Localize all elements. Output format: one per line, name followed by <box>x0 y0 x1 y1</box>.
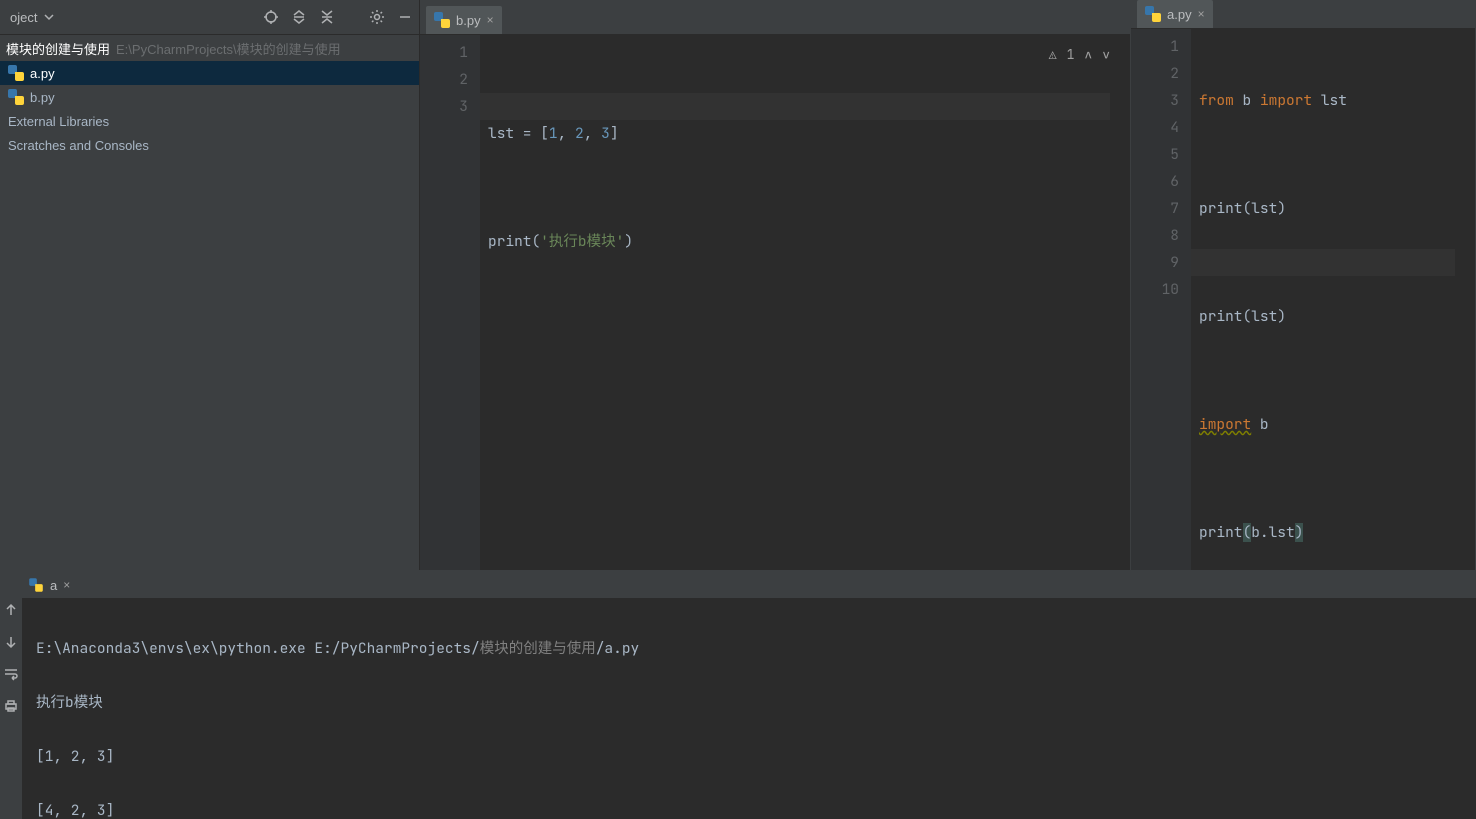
editor-tabbar-left: b.py × <box>420 0 1130 35</box>
editor-splitter: b.py × 1 2 3 ⚠ 1 ∧ <box>420 0 1476 570</box>
run-toolbar <box>0 572 22 819</box>
gear-icon[interactable] <box>369 9 385 25</box>
editor-pane-a: a.py × 1 2 3 4 5 6 7 8 9 10 <box>1131 0 1476 570</box>
run-tool-window: a × E:\Anaconda3\envs\ex\python.exe E:/P… <box>0 570 1476 819</box>
tree-file-b[interactable]: b.py <box>0 85 419 109</box>
project-root-path: E:\PyCharmProjects\模块的创建与使用 <box>116 39 341 58</box>
close-icon[interactable]: × <box>487 13 494 27</box>
project-label: oject <box>10 10 37 25</box>
expand-all-icon[interactable] <box>291 9 307 25</box>
collapse-all-icon[interactable] <box>319 9 335 25</box>
tree-file-a[interactable]: a.py <box>0 61 419 85</box>
chevron-down-icon[interactable] <box>41 9 57 25</box>
tree-external-libraries[interactable]: External Libraries <box>0 109 419 133</box>
code-area-a[interactable]: 1 2 3 4 5 6 7 8 9 10 from b import lst p… <box>1131 29 1475 658</box>
gutter-b: 1 2 3 <box>420 35 480 570</box>
close-icon[interactable]: × <box>1198 7 1205 21</box>
up-arrow-icon[interactable] <box>3 602 19 618</box>
tree-item-label: a.py <box>30 66 55 81</box>
run-tabbar: a × <box>22 572 1476 598</box>
project-sidebar: oject <box>0 0 420 570</box>
prev-warning-icon[interactable]: ∧ <box>1084 41 1092 68</box>
editor-tab-b[interactable]: b.py × <box>426 6 502 34</box>
close-icon[interactable]: × <box>63 578 70 592</box>
code-b[interactable]: ⚠ 1 ∧ ∨ lst = [1, 2, 3] print('执行b模块') <box>480 35 1130 570</box>
run-tab-label: a <box>50 578 57 593</box>
warning-icon: ⚠ <box>1049 41 1057 68</box>
run-output[interactable]: E:\Anaconda3\envs\ex\python.exe E:/PyCha… <box>22 598 1476 819</box>
inspection-count: 1 <box>1067 41 1075 68</box>
inspection-widget[interactable]: ⚠ 1 ∧ ∨ <box>1049 41 1110 68</box>
python-file-icon <box>434 12 450 28</box>
tab-label: b.py <box>456 13 481 28</box>
minimize-icon[interactable] <box>397 9 413 25</box>
target-icon[interactable] <box>263 9 279 25</box>
python-file-icon <box>29 578 43 592</box>
project-sidebar-header: oject <box>0 0 419 35</box>
tab-label: a.py <box>1167 7 1192 22</box>
down-arrow-icon[interactable] <box>3 634 19 650</box>
gutter-a: 1 2 3 4 5 6 7 8 9 10 <box>1131 29 1191 658</box>
tree-item-label: b.py <box>30 90 55 105</box>
python-file-icon <box>1145 6 1161 22</box>
code-area-b[interactable]: 1 2 3 ⚠ 1 ∧ ∨ lst = [1, 2, 3] print('执行b… <box>420 35 1130 570</box>
tree-item-label: External Libraries <box>8 114 109 129</box>
run-tab-a[interactable]: a × <box>28 577 70 593</box>
python-file-icon <box>8 89 24 105</box>
print-icon[interactable] <box>3 698 19 714</box>
tree-item-label: Scratches and Consoles <box>8 138 149 153</box>
project-root-row[interactable]: 模块的创建与使用 E:\PyCharmProjects\模块的创建与使用 <box>0 35 419 61</box>
next-warning-icon[interactable]: ∨ <box>1102 41 1110 68</box>
code-a[interactable]: from b import lst print(lst) lst[0] = 4 … <box>1191 29 1475 658</box>
project-root-name: 模块的创建与使用 <box>6 39 110 58</box>
editor-pane-b: b.py × 1 2 3 ⚠ 1 ∧ <box>420 0 1131 570</box>
python-file-icon <box>8 65 24 81</box>
soft-wrap-icon[interactable] <box>3 666 19 682</box>
editor-tabbar-right: a.py × <box>1131 0 1475 29</box>
tree-scratches[interactable]: Scratches and Consoles <box>0 133 419 157</box>
project-tree: a.py b.py External Libraries Scratches a… <box>0 61 419 570</box>
editor-tab-a[interactable]: a.py × <box>1137 0 1213 28</box>
